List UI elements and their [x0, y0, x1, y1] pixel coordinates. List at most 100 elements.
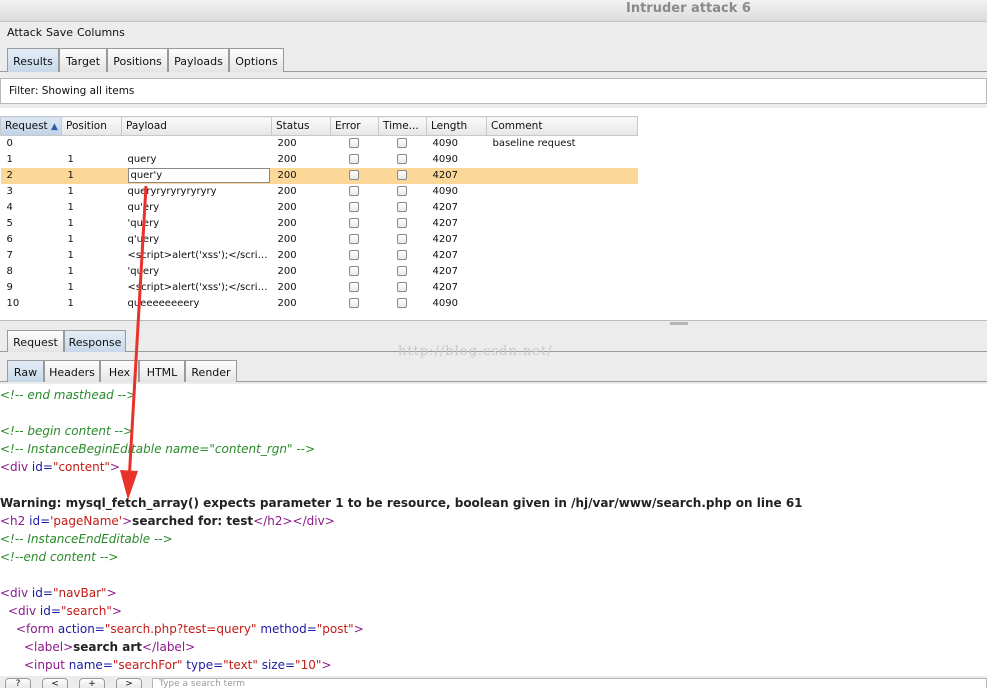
column-header-status[interactable]: Status [271, 116, 331, 136]
code-attr: type= [182, 658, 224, 672]
tab-results[interactable]: Results [7, 48, 59, 72]
column-header-timeout[interactable]: Time... [378, 116, 427, 136]
checkbox[interactable] [396, 298, 407, 308]
checkbox[interactable] [396, 234, 407, 244]
filter-bar[interactable]: Filter: Showing all items [0, 78, 987, 104]
column-header-payload[interactable]: Payload [121, 116, 272, 136]
table-row[interactable]: 6 1 q'uery 200 4207 [1, 232, 638, 248]
next-button[interactable]: > [116, 678, 142, 688]
column-header-comment[interactable]: Comment [486, 116, 638, 136]
column-header-length[interactable]: Length [426, 116, 487, 136]
column-header-error[interactable]: Error [330, 116, 379, 136]
title-bar: Intruder attack 6 [0, 0, 987, 22]
tab-options[interactable]: Options [229, 48, 284, 72]
checkbox[interactable] [348, 234, 359, 244]
table-row[interactable]: 1 1 query 200 4090 [1, 152, 638, 168]
cell-position: 1 [67, 218, 74, 229]
code-value: "search" [60, 604, 112, 618]
table-row[interactable]: 9 1 <script>alert('xss');</script... 200 420… [1, 280, 638, 296]
table-row[interactable]: 8 1 'query 200 4207 [1, 264, 638, 280]
cell-request: 1 [6, 154, 13, 165]
checkbox[interactable] [348, 138, 359, 149]
checkbox[interactable] [348, 170, 359, 180]
checkbox[interactable] [348, 202, 359, 212]
tab-response[interactable]: Response [64, 330, 126, 352]
column-header-position[interactable]: Position [61, 116, 122, 136]
cell-error [331, 296, 379, 312]
checkbox[interactable] [348, 154, 359, 164]
column-header-request[interactable]: Request ▲ [0, 116, 62, 136]
cell-position [62, 136, 122, 152]
cell-status: 200 [277, 234, 297, 245]
cell-comment: baseline request [492, 138, 576, 150]
checkbox[interactable] [348, 282, 359, 292]
column-header-label: Request [5, 120, 48, 132]
cell-status: 200 [277, 298, 297, 309]
cell-editor[interactable]: quer'y [127, 168, 270, 183]
table-row[interactable]: 3 1 queryryryryryryry 200 4090 [1, 184, 638, 200]
checkbox[interactable] [396, 186, 407, 196]
pane-splitter[interactable] [0, 320, 987, 326]
code-line: <h2 id='pageName'>searched for: test</h2… [0, 512, 335, 530]
tab-positions[interactable]: Positions [107, 48, 168, 72]
tab-target[interactable]: Target [59, 48, 107, 72]
checkbox[interactable] [396, 266, 407, 276]
tab-html[interactable]: HTML [139, 360, 185, 382]
table-row[interactable]: 10 1 queeeeeeeery 200 4090 [1, 296, 638, 312]
search-input[interactable]: Type a search term [152, 678, 987, 688]
response-viewer[interactable]: <!-- end masthead --> <!-- begin content… [0, 384, 987, 676]
checkbox[interactable] [396, 138, 407, 149]
cell-payload: <script>alert('xss');</script... [127, 282, 272, 293]
code-attr: name= [64, 658, 113, 672]
checkbox[interactable] [396, 202, 407, 212]
cell-payload: query [127, 154, 157, 165]
tab-hex[interactable]: Hex [100, 360, 139, 382]
checkbox[interactable] [396, 282, 407, 292]
table-row[interactable]: 5 1 'query 200 4207 [1, 216, 638, 232]
checkbox[interactable] [396, 170, 407, 180]
code-tag: > [106, 586, 117, 600]
cell-payload: 'query [127, 266, 160, 277]
checkbox[interactable] [348, 266, 359, 276]
checkbox[interactable] [348, 186, 359, 196]
code-attr: size= [257, 658, 296, 672]
checkbox[interactable] [348, 298, 359, 308]
cell-error [331, 136, 379, 152]
table-row[interactable]: 7 1 <script>alert('xss');</script... 200 420… [1, 248, 638, 264]
menu-attack[interactable]: Attack [7, 26, 42, 39]
main-tab-bar: Results Target Positions Payloads Option… [0, 46, 987, 72]
code-attr: id= [28, 460, 53, 474]
table-row[interactable]: 4 1 qu'ery 200 4207 [1, 200, 638, 216]
tab-headers[interactable]: Headers [44, 360, 100, 382]
help-button[interactable]: ? [5, 678, 31, 688]
splitter-handle[interactable] [670, 322, 688, 325]
tab-raw[interactable]: Raw [7, 360, 44, 382]
window-title: Intruder attack 6 [626, 1, 751, 16]
cell-position: 1 [67, 234, 74, 245]
cell-comment [487, 264, 638, 280]
cell-position: 1 [67, 266, 74, 277]
checkbox[interactable] [396, 154, 407, 164]
code-attr: id= [28, 586, 53, 600]
cell-status: 200 [277, 138, 297, 150]
checkbox[interactable] [396, 250, 407, 260]
checkbox[interactable] [348, 250, 359, 260]
checkbox[interactable] [396, 218, 407, 228]
cell-comment [487, 184, 638, 200]
cell-error [331, 216, 379, 232]
cell-comment [487, 216, 638, 232]
add-button[interactable]: + [79, 678, 105, 688]
cell-position: 1 [67, 154, 74, 165]
tab-payloads[interactable]: Payloads [168, 48, 229, 72]
cell-timeout [379, 200, 427, 216]
previous-button[interactable]: < [42, 678, 68, 688]
menu-save[interactable]: Save [46, 26, 73, 39]
results-table: Request ▲ Position Payload Status Error … [0, 116, 638, 312]
tab-render[interactable]: Render [185, 360, 237, 382]
table-row[interactable]: 2 1 quer'y 200 4207 [0, 167, 638, 184]
cell-request: 9 [6, 282, 13, 293]
menu-columns[interactable]: Columns [77, 26, 125, 39]
tab-request[interactable]: Request [7, 330, 64, 352]
checkbox[interactable] [348, 218, 359, 228]
table-row[interactable]: 0 200 4090 baseline request [1, 136, 638, 152]
